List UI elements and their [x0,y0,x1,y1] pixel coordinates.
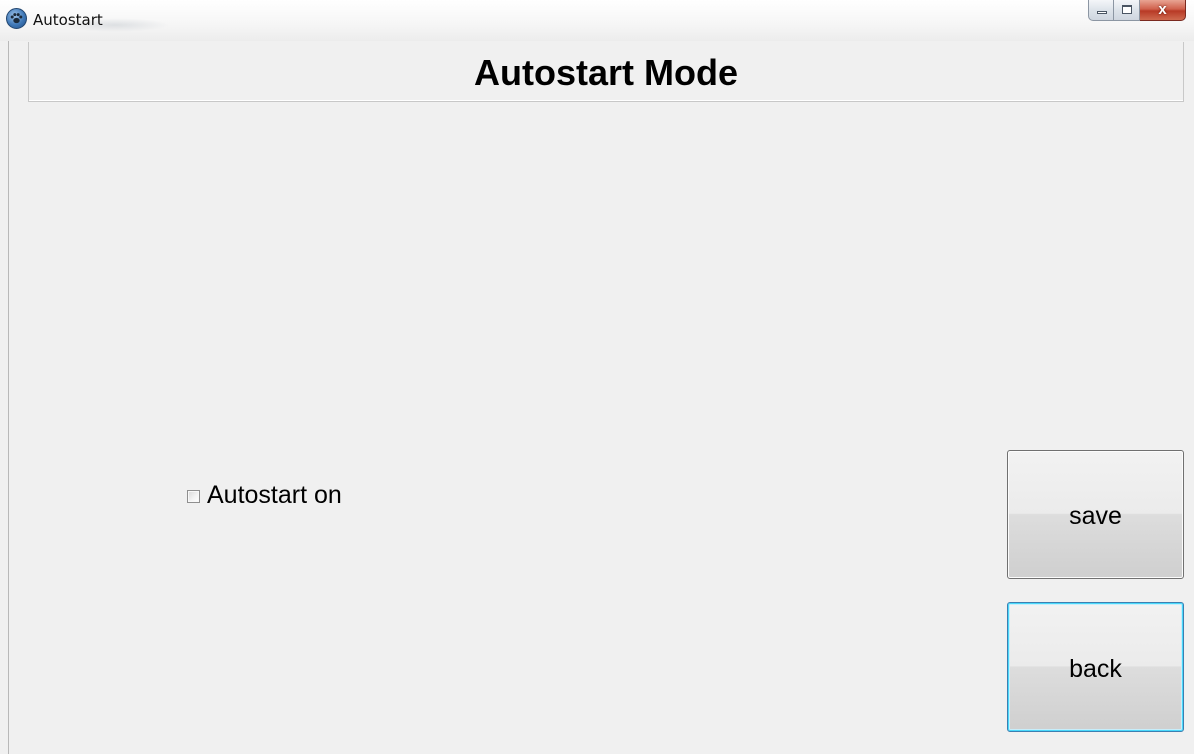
save-button[interactable]: save [1007,450,1184,579]
close-button[interactable]: x [1140,0,1186,21]
window-left-border [8,41,9,754]
minimize-button[interactable] [1088,0,1114,21]
autostart-checkbox-row[interactable]: Autostart on [187,481,342,509]
page-title: Autostart Mode [474,52,738,93]
autostart-checkbox-label[interactable]: Autostart on [207,481,342,510]
window-title: Autostart [33,11,103,29]
title-bar[interactable]: Autostart x [0,0,1194,41]
autostart-checkbox[interactable] [187,489,200,503]
minimize-icon [1097,11,1107,14]
maximize-icon [1122,5,1132,14]
close-icon: x [1158,1,1167,18]
autostart-window: Autostart x Autostart Mode Autostart on … [0,0,1194,754]
paw-icon[interactable] [6,8,27,29]
window-controls: x [1088,0,1186,22]
back-button[interactable]: back [1007,602,1184,732]
header-panel: Autostart Mode [28,42,1184,102]
maximize-button[interactable] [1114,0,1140,21]
